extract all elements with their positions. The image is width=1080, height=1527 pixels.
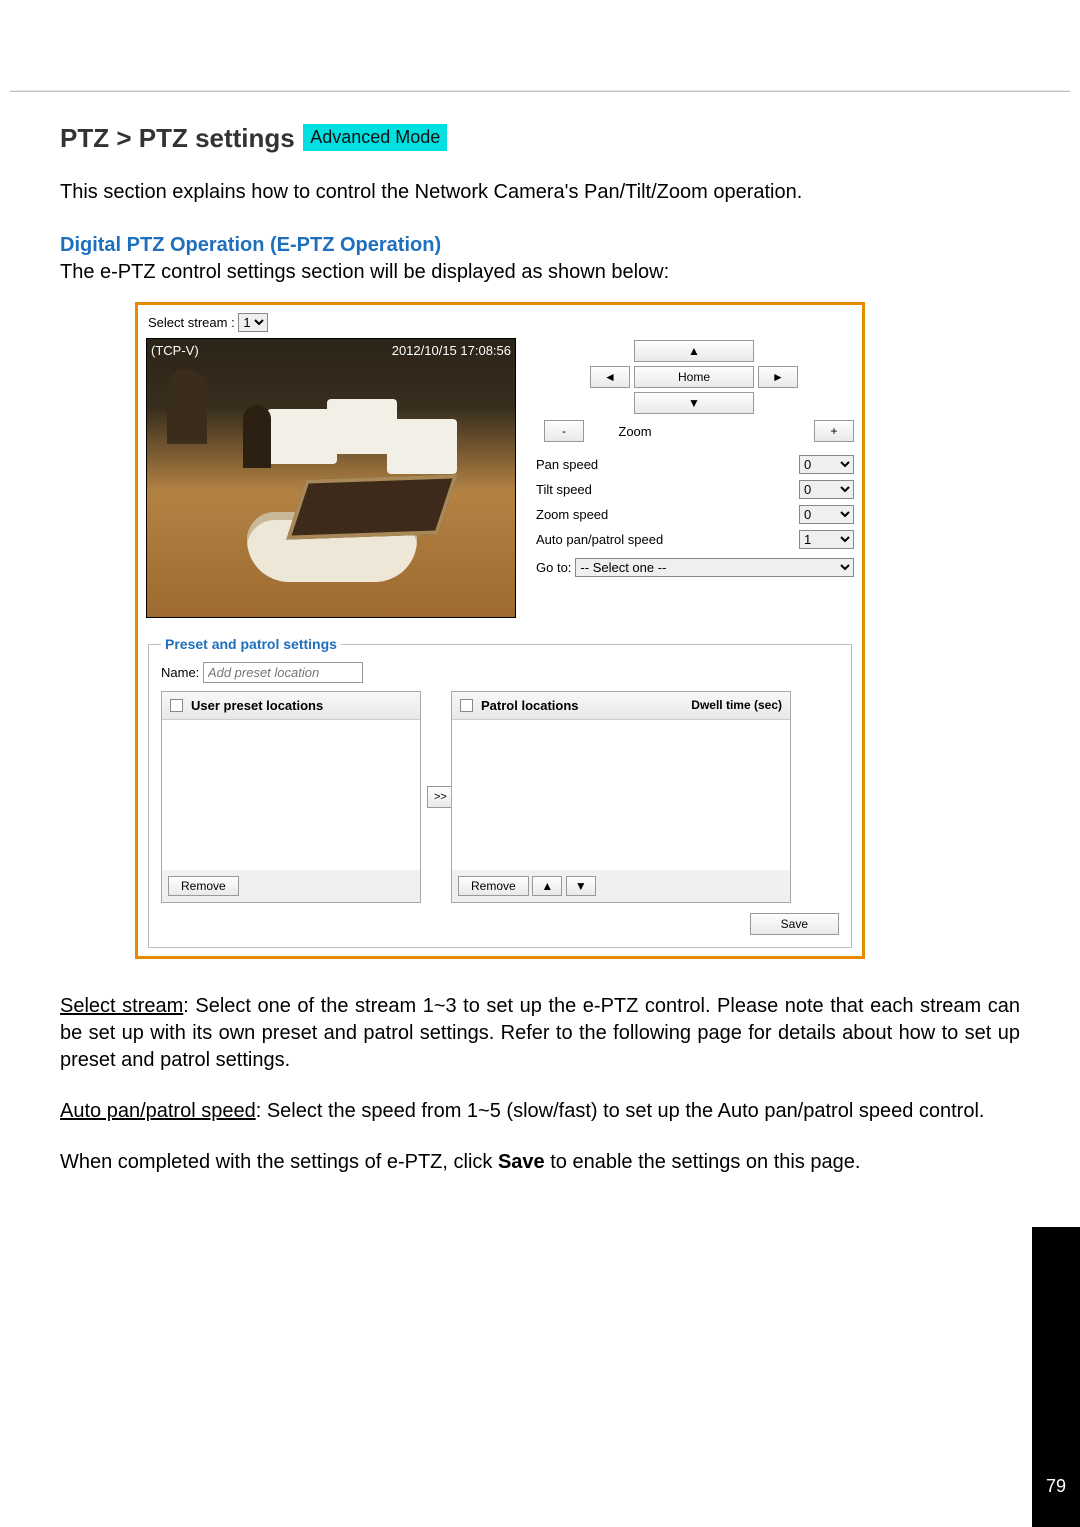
page-number-strip: 79 bbox=[1032, 1227, 1080, 1527]
eptz-panel: Select stream : 1 (TCP-V) 2012/10/15 17:… bbox=[135, 302, 865, 959]
pan-up-button[interactable]: ▲ bbox=[634, 340, 754, 362]
goto-select[interactable]: -- Select one -- bbox=[575, 558, 854, 577]
preset-name-label: Name: bbox=[161, 665, 199, 680]
user-preset-list[interactable] bbox=[162, 720, 420, 870]
zoom-out-button[interactable]: - bbox=[544, 420, 584, 442]
select-stream-dropdown[interactable]: 1 bbox=[238, 313, 268, 332]
zoom-speed-select[interactable]: 0 bbox=[799, 505, 854, 524]
user-preset-checkbox[interactable] bbox=[170, 699, 183, 712]
video-overlay-timestamp: 2012/10/15 17:08:56 bbox=[392, 343, 511, 358]
patrol-checkbox[interactable] bbox=[460, 699, 473, 712]
page-top-rule bbox=[10, 90, 1070, 92]
explain-auto-speed: Auto pan/patrol speed: Select the speed … bbox=[60, 1098, 1020, 1125]
home-button[interactable]: Home bbox=[634, 366, 754, 388]
tilt-speed-select[interactable]: 0 bbox=[799, 480, 854, 499]
section-lead: The e-PTZ control settings section will … bbox=[60, 261, 1020, 284]
patrol-listbox: Patrol locations Dwell time (sec) Remove… bbox=[451, 691, 791, 903]
video-preview: (TCP-V) 2012/10/15 17:08:56 bbox=[146, 338, 516, 618]
explain-save: When completed with the settings of e-PT… bbox=[60, 1149, 1020, 1176]
zoom-in-button[interactable]: + bbox=[814, 420, 854, 442]
user-preset-remove-button[interactable]: Remove bbox=[168, 876, 239, 896]
patrol-remove-button[interactable]: Remove bbox=[458, 876, 529, 896]
section-title: Digital PTZ Operation (E-PTZ Operation) bbox=[60, 234, 1020, 257]
preset-legend: Preset and patrol settings bbox=[161, 636, 341, 652]
pan-speed-select[interactable]: 0 bbox=[799, 455, 854, 474]
page-number: 79 bbox=[1046, 1476, 1066, 1497]
select-stream-label: Select stream : bbox=[148, 315, 235, 330]
breadcrumb: PTZ > PTZ settings bbox=[60, 123, 295, 153]
zoom-label: Zoom bbox=[590, 424, 680, 439]
pan-down-button[interactable]: ▼ bbox=[634, 392, 754, 414]
save-button[interactable]: Save bbox=[750, 913, 839, 935]
pan-speed-label: Pan speed bbox=[536, 457, 598, 472]
move-to-patrol-button[interactable]: >> bbox=[427, 786, 453, 808]
ptz-direction-pad: ▲ ◄ Home ► ▼ bbox=[534, 340, 854, 414]
patrol-header: Patrol locations bbox=[481, 698, 579, 713]
video-overlay-protocol: (TCP-V) bbox=[151, 343, 199, 358]
user-preset-header: User preset locations bbox=[191, 698, 323, 713]
zoom-speed-label: Zoom speed bbox=[536, 507, 608, 522]
auto-patrol-speed-label: Auto pan/patrol speed bbox=[536, 532, 663, 547]
goto-label: Go to: bbox=[536, 560, 571, 575]
pan-right-button[interactable]: ► bbox=[758, 366, 798, 388]
patrol-move-up-button[interactable]: ▲ bbox=[532, 876, 562, 896]
intro-text: This section explains how to control the… bbox=[60, 179, 1020, 206]
auto-patrol-speed-select[interactable]: 1 bbox=[799, 530, 854, 549]
user-preset-listbox: User preset locations Remove bbox=[161, 691, 421, 903]
advanced-mode-badge: Advanced Mode bbox=[303, 124, 447, 151]
dwell-time-header: Dwell time (sec) bbox=[691, 699, 782, 712]
patrol-list[interactable] bbox=[452, 720, 790, 870]
tilt-speed-label: Tilt speed bbox=[536, 482, 592, 497]
patrol-move-down-button[interactable]: ▼ bbox=[566, 876, 596, 896]
explain-select-stream: Select stream: Select one of the stream … bbox=[60, 993, 1020, 1074]
preset-name-input[interactable] bbox=[203, 662, 363, 683]
pan-left-button[interactable]: ◄ bbox=[590, 366, 630, 388]
preset-patrol-fieldset: Preset and patrol settings Name: User pr… bbox=[148, 636, 852, 948]
